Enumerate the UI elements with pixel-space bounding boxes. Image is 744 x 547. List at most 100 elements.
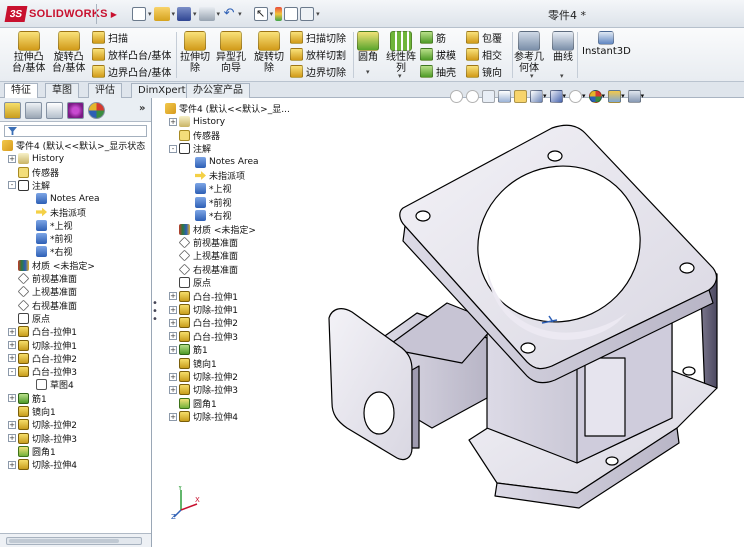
tree-item[interactable]: *右视 bbox=[185, 209, 232, 222]
boundary-boss-button[interactable]: 边界凸台/基体 bbox=[92, 64, 171, 79]
file-properties-icon[interactable] bbox=[284, 7, 299, 21]
lofted-cut-button[interactable]: 放样切割 bbox=[290, 47, 346, 62]
expand-toggle-icon[interactable]: + bbox=[169, 332, 177, 341]
expand-toggle-icon[interactable]: + bbox=[169, 372, 177, 381]
tree-item[interactable]: + 切除-拉伸3 bbox=[169, 383, 238, 396]
tree-item[interactable]: 未指派项 bbox=[26, 206, 86, 219]
collapse-toggle-icon[interactable]: - bbox=[8, 367, 16, 376]
new-document-icon[interactable] bbox=[132, 7, 146, 21]
sweep-button[interactable]: 扫描 bbox=[92, 30, 128, 45]
tree-item[interactable]: + 筋1 bbox=[169, 343, 208, 356]
expand-toggle-icon[interactable]: + bbox=[8, 434, 16, 443]
chevron-down-icon[interactable]: ▾ bbox=[193, 10, 197, 18]
tree-item[interactable]: 前视基准面 bbox=[169, 236, 238, 249]
tab-evaluate[interactable]: 评估 bbox=[88, 83, 122, 98]
zoom-area-icon[interactable] bbox=[466, 89, 479, 103]
print-icon[interactable] bbox=[198, 7, 215, 21]
display-style-icon[interactable] bbox=[549, 89, 563, 103]
tree-item[interactable]: 上视基准面 bbox=[8, 285, 77, 298]
tree-item[interactable]: 未指派项 bbox=[185, 169, 245, 182]
section-view-icon[interactable] bbox=[498, 89, 511, 103]
tree-item[interactable]: 传感器 bbox=[169, 129, 220, 142]
chevron-down-icon[interactable]: ▾ bbox=[530, 72, 534, 80]
tree-item[interactable]: - 注解 bbox=[8, 179, 50, 192]
expand-toggle-icon[interactable]: + bbox=[8, 341, 16, 349]
tree-root[interactable]: 零件4 (默认<<默认>_显示状态 bbox=[2, 139, 145, 152]
tree-item[interactable]: + 切除-拉伸2 bbox=[8, 418, 77, 431]
save-icon[interactable] bbox=[177, 7, 192, 21]
shell-button[interactable]: 抽壳 bbox=[420, 64, 456, 79]
extrude-boss-button[interactable]: 拉伸凸 台/基体 bbox=[12, 31, 45, 74]
tree-item[interactable]: *上视 bbox=[185, 182, 232, 195]
apply-scene-icon[interactable] bbox=[608, 89, 622, 103]
revolve-boss-button[interactable]: 旋转凸 台/基体 bbox=[52, 31, 85, 74]
chevron-down-icon[interactable]: ▾ bbox=[148, 10, 152, 18]
chevron-down-icon[interactable]: ▾ bbox=[217, 10, 221, 18]
swept-cut-button[interactable]: 扫描切除 bbox=[290, 30, 346, 45]
expand-toggle-icon[interactable]: + bbox=[169, 318, 177, 327]
linear-pattern-button[interactable]: 线性阵 列 bbox=[386, 31, 416, 74]
configuration-manager-tab-icon[interactable] bbox=[46, 102, 63, 119]
tree-item[interactable]: *前视 bbox=[26, 232, 73, 245]
tree-item[interactable]: 圆角1 bbox=[8, 445, 56, 458]
rib-button[interactable]: 筋 bbox=[420, 30, 446, 45]
draft-button[interactable]: 拔模 bbox=[420, 47, 456, 62]
tree-item[interactable]: + 凸台-拉伸3 bbox=[169, 330, 238, 343]
revolve-cut-button[interactable]: 旋转切 除 bbox=[254, 31, 284, 74]
tree-item[interactable]: + 切除-拉伸1 bbox=[8, 339, 77, 352]
tree-item[interactable]: + 切除-拉伸2 bbox=[169, 370, 238, 383]
tree-item[interactable]: 传感器 bbox=[8, 166, 59, 179]
tree-item[interactable]: 圆角1 bbox=[169, 397, 217, 410]
intersect-button[interactable]: 相交 bbox=[466, 47, 502, 62]
expand-toggle-icon[interactable]: + bbox=[8, 460, 16, 469]
view-settings-icon[interactable] bbox=[627, 89, 641, 103]
curves-button[interactable]: 曲线 bbox=[552, 31, 574, 63]
expand-toggle-icon[interactable]: + bbox=[169, 117, 177, 126]
expand-toggle-icon[interactable]: + bbox=[169, 412, 177, 421]
tree-item[interactable]: 右视基准面 bbox=[8, 299, 77, 312]
tree-item[interactable]: + 筋1 bbox=[8, 392, 47, 405]
tree-item[interactable]: 镜向1 bbox=[8, 405, 56, 418]
tab-dimxpert[interactable]: DimXpert bbox=[131, 83, 193, 98]
expand-toggle-icon[interactable]: + bbox=[169, 385, 177, 394]
view-orientation-icon[interactable] bbox=[530, 89, 543, 103]
dynamic-annotation-icon[interactable] bbox=[514, 89, 527, 103]
collapse-toggle-icon[interactable]: - bbox=[8, 181, 16, 190]
select-cursor-icon[interactable]: ↖ bbox=[253, 7, 268, 21]
tree-item[interactable]: + 切除-拉伸4 bbox=[8, 458, 77, 471]
tree-item[interactable]: + History bbox=[8, 152, 64, 165]
chevron-down-icon[interactable]: ▾ bbox=[172, 10, 176, 18]
solidworks-logo[interactable]: 3S SOLIDWORKS ▶ bbox=[4, 6, 117, 22]
tree-item[interactable]: 原点 bbox=[169, 276, 211, 289]
expand-toggle-icon[interactable]: + bbox=[169, 305, 177, 314]
open-folder-icon[interactable] bbox=[153, 7, 170, 21]
expand-toggle-icon[interactable]: + bbox=[8, 420, 16, 429]
tree-item[interactable]: 材质 <未指定> bbox=[169, 223, 256, 236]
loft-button[interactable]: 放样凸台/基体 bbox=[92, 47, 171, 62]
edit-appearance-icon[interactable] bbox=[588, 89, 602, 103]
feature-tree-filter[interactable] bbox=[4, 125, 147, 137]
expand-toggle-icon[interactable]: + bbox=[169, 292, 177, 301]
tree-item[interactable]: Notes Area bbox=[26, 192, 100, 205]
collapse-toggle-icon[interactable]: - bbox=[169, 144, 177, 153]
chevron-down-icon[interactable]: ▾ bbox=[366, 68, 370, 76]
tree-item[interactable]: - 注解 bbox=[169, 142, 211, 155]
tree-item[interactable]: + 凸台-拉伸1 bbox=[8, 325, 77, 338]
tree-item[interactable]: + 凸台-拉伸1 bbox=[169, 290, 238, 303]
tab-features[interactable]: 特征 bbox=[4, 83, 38, 99]
tree-item[interactable]: *上视 bbox=[26, 219, 73, 232]
tree-item[interactable]: Notes Area bbox=[185, 156, 259, 169]
expand-toggle-icon[interactable]: + bbox=[8, 394, 16, 403]
scrollbar-thumb[interactable] bbox=[9, 539, 119, 543]
tree-item[interactable]: 草图4 bbox=[26, 378, 74, 391]
reference-geometry-button[interactable]: 参考几 何体 bbox=[514, 31, 544, 74]
tree-item[interactable]: 材质 <未指定> bbox=[8, 259, 95, 272]
tab-office-products[interactable]: 办公室产品 bbox=[186, 83, 250, 98]
expand-toggle-icon[interactable]: + bbox=[8, 327, 16, 336]
tree-item[interactable]: + History bbox=[169, 115, 225, 128]
tree-item[interactable]: 镜向1 bbox=[169, 357, 217, 370]
extrude-cut-button[interactable]: 拉伸切 除 bbox=[180, 31, 210, 74]
tree-item[interactable]: 前视基准面 bbox=[8, 272, 77, 285]
fillet-button[interactable]: 圆角 bbox=[357, 31, 379, 63]
hide-show-items-icon[interactable] bbox=[569, 89, 583, 103]
